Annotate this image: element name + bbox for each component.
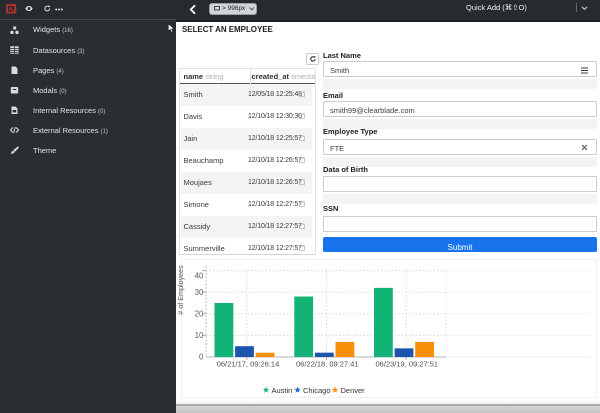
svg-text:06/22/18, 09:27:41: 06/22/18, 09:27:41 [296, 360, 359, 369]
svg-text:0: 0 [199, 353, 204, 362]
svg-text:40: 40 [195, 271, 204, 280]
svg-text:Austin: Austin [272, 386, 293, 395]
svg-text:06/23/19, 09:27:51: 06/23/19, 09:27:51 [376, 360, 439, 369]
svg-text:10: 10 [195, 331, 204, 340]
svg-text:20: 20 [195, 310, 204, 319]
svg-text:Chicago: Chicago [303, 386, 331, 395]
svg-text:06/21/17, 09:26:14: 06/21/17, 09:26:14 [217, 360, 280, 369]
svg-text:Denver: Denver [341, 386, 366, 395]
svg-text:30: 30 [195, 288, 204, 297]
svg-text:# of Employees: # of Employees [176, 265, 185, 315]
